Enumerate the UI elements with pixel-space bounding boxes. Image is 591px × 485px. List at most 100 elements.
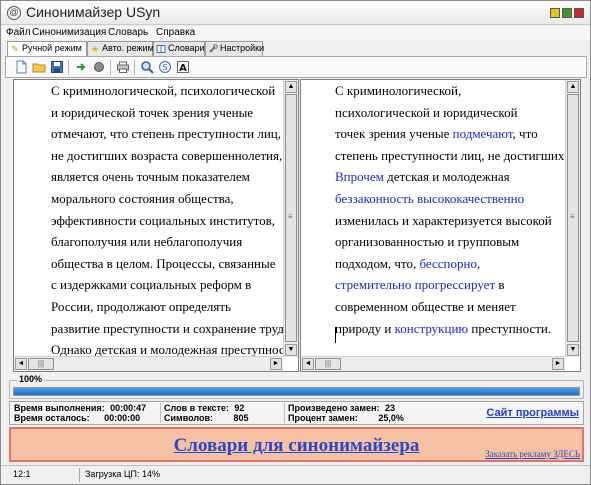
replaced-synonym[interactable]: конструкцию (395, 321, 469, 336)
vertical-scrollbar[interactable]: ▲ ≡ ▼ (283, 80, 298, 357)
replaced-synonym[interactable]: беззаконность высококачественно (335, 191, 524, 206)
tab-dictionaries[interactable]: Словари (153, 41, 205, 56)
save-icon[interactable] (50, 60, 64, 74)
char-count: Символов: 805 (164, 413, 249, 423)
text-line: С криминологической, психологической (51, 83, 276, 98)
tab-label: Словари (168, 43, 205, 53)
menu-synonymization[interactable]: Синонимизация (32, 27, 106, 38)
text-line: изменилась и характеризуется высокой (335, 210, 567, 232)
minimize-button[interactable] (550, 8, 560, 18)
replacements-count: Произведено замен: 23 (288, 403, 395, 413)
svg-text:S: S (162, 63, 167, 72)
scroll-thumb[interactable]: ||| (28, 358, 54, 370)
main-window: @ Синонимайзер USyn Файл Синонимизация С… (0, 0, 591, 485)
pencil-icon: ✎ (11, 44, 19, 54)
source-text[interactable]: С криминологической, психологической и юр… (51, 80, 283, 361)
text-segment: природу и (335, 320, 395, 336)
text-line: является очень точным показателем (51, 169, 250, 185)
window-title: Синонимайзер USyn (26, 4, 161, 20)
status-bar: 12:1 Загрузка ЦП: 14% (1, 465, 590, 484)
text-segment: точек зрения ученые (335, 126, 453, 142)
replace-icon[interactable]: S (158, 60, 172, 74)
exec-time-value: 00:00:47 (110, 403, 147, 413)
progress-label: 100% (17, 374, 45, 384)
replaced-synonym[interactable]: подмечают (453, 126, 513, 141)
scroll-up-button[interactable]: ▲ (567, 81, 579, 93)
scroll-up-button[interactable]: ▲ (285, 81, 297, 93)
progress-group: 100% (9, 374, 584, 399)
scroll-thumb[interactable]: ≡ (567, 94, 579, 342)
open-folder-icon[interactable] (32, 60, 46, 74)
svg-text:A: A (179, 63, 187, 74)
replaced-synonym[interactable]: Впрочем (335, 169, 384, 184)
replacements-label: Произведено замен: (288, 403, 380, 413)
close-button[interactable] (574, 8, 584, 18)
horizontal-scrollbar[interactable]: ◄ ||| ► (14, 356, 283, 371)
text-segment: в (495, 277, 505, 293)
tab-label: Ручной режим (22, 43, 82, 53)
replacement-percent-label: Процент замен: (288, 413, 358, 423)
scroll-down-button[interactable]: ▼ (567, 344, 579, 356)
exec-time-label: Время выполнения: (14, 403, 105, 413)
menu-help[interactable]: Справка (156, 27, 195, 38)
text-cursor (335, 327, 336, 343)
vertical-scrollbar[interactable]: ▲ ≡ ▼ (565, 80, 580, 357)
progress-bar (13, 387, 580, 396)
text-line: Впрочем детская и молодежная (335, 166, 567, 188)
replacement-percent: Процент замен: 25,0% (288, 413, 404, 423)
text-segment: изменилась и характеризуется высокой (335, 212, 552, 228)
arrow-right-icon[interactable] (74, 60, 88, 74)
record-icon[interactable] (92, 60, 106, 74)
text-segment: , (476, 255, 481, 271)
scroll-right-button[interactable]: ► (552, 358, 564, 370)
source-text-pane[interactable]: С криминологической, психологической и юр… (13, 79, 299, 372)
tab-settings[interactable]: Настройки (205, 41, 264, 56)
text-segment: организованностью и групповым (335, 234, 520, 250)
scroll-down-button[interactable]: ▼ (285, 344, 297, 356)
window-controls (550, 8, 584, 18)
menu-file[interactable]: Файл (6, 27, 31, 38)
scroll-right-button[interactable]: ► (270, 358, 282, 370)
scroll-left-button[interactable]: ◄ (302, 358, 314, 370)
app-logo-icon: @ (7, 6, 21, 20)
text-segment: современном обществе и меняет (335, 298, 516, 314)
scroll-thumb[interactable]: ||| (315, 358, 341, 370)
progress-fill (14, 388, 579, 395)
word-count-value: 92 (234, 403, 245, 413)
font-icon[interactable]: A (176, 60, 190, 74)
text-line: степень преступности лиц, не достигших (335, 145, 567, 167)
text-line: организованностью и групповым (335, 231, 567, 253)
replaced-synonym[interactable]: стремительно прогрессирует (335, 277, 495, 292)
tab-auto-mode[interactable]: ★ Авто. режим (87, 41, 154, 56)
menu-dictionary[interactable]: Словарь (108, 27, 148, 38)
maximize-button[interactable] (562, 8, 572, 18)
text-line: эффективности социальных институтов, (51, 212, 276, 228)
order-ad-link[interactable]: Заказать рекламу ЗДЕСЬ (485, 449, 580, 459)
title-bar[interactable]: @ Синонимайзер USyn (1, 1, 590, 25)
text-segment: психологической и юридической (335, 104, 518, 120)
char-count-value: 805 (233, 413, 249, 423)
scroll-thumb[interactable]: ≡ (285, 94, 297, 342)
result-text-pane[interactable]: С криминологической, психологической и юр… (300, 79, 581, 372)
toolbar-separator (110, 60, 111, 75)
remaining-time: Время осталось: 00:00:00 (14, 413, 140, 423)
tab-label: Авто. режим (102, 43, 154, 53)
replacements-value: 23 (385, 403, 396, 413)
text-line: развитие преступности и сохранение трудн… (51, 320, 283, 336)
ad-banner[interactable]: Словари для синонимайзера Заказать рекла… (9, 427, 584, 462)
exec-time: Время выполнения: 00:00:47 (14, 403, 146, 413)
tab-manual-mode[interactable]: ✎ Ручной режим (7, 41, 87, 57)
new-file-icon[interactable] (14, 60, 28, 74)
program-site-link[interactable]: Сайт программы (486, 407, 579, 419)
text-line: современном обществе и меняет (335, 296, 567, 318)
text-line: точек зрения ученые подмечают, что (335, 123, 567, 145)
status-separator (79, 468, 80, 482)
print-icon[interactable] (116, 60, 130, 74)
stats-panel: Время выполнения: 00:00:47 Время осталос… (9, 401, 584, 425)
synonym-search-icon[interactable] (140, 60, 154, 74)
replaced-synonym[interactable]: бесспорно (419, 256, 477, 271)
stats-separator (284, 403, 285, 423)
result-text[interactable]: С криминологической, психологической и юр… (335, 80, 567, 339)
scroll-left-button[interactable]: ◄ (15, 358, 27, 370)
horizontal-scrollbar[interactable]: ◄ ||| ► (301, 356, 565, 371)
